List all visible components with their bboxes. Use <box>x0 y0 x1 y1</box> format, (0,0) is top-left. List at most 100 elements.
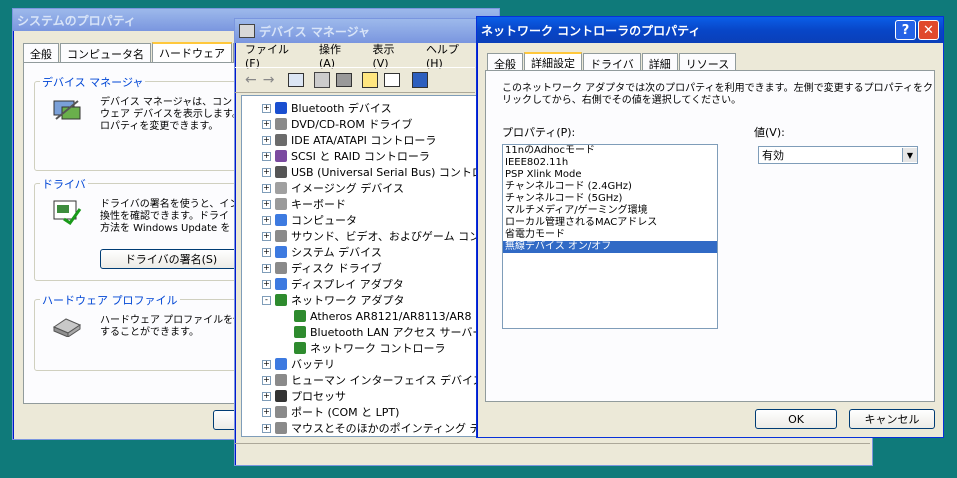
device-tree-label: コンピュータ <box>291 214 357 227</box>
expand-icon[interactable]: + <box>262 407 271 417</box>
device-icon <box>275 198 287 210</box>
expand-icon[interactable]: + <box>262 279 271 289</box>
property-list-item[interactable]: チャンネルコード (5GHz) <box>503 193 717 205</box>
device-tree-label: ヒューマン インターフェイス デバイス <box>291 374 479 387</box>
help-icon[interactable] <box>362 72 379 88</box>
property-list-item[interactable]: マルチメディア/ゲーミング環境 <box>503 205 717 217</box>
device-tree-item[interactable]: Bluetooth LAN アクセス サーバー <box>242 324 478 340</box>
device-tree-item[interactable]: Atheros AR8121/AR8113/AR8 <box>242 308 472 324</box>
device-tree-item[interactable]: + マウスとそのほかのポインティング デバイ <box>242 420 478 436</box>
device-tree-label: SCSI と RAID コントローラ <box>291 150 430 163</box>
expand-icon[interactable]: + <box>262 119 271 129</box>
expand-icon[interactable]: + <box>262 391 271 401</box>
value-dropdown[interactable]: 有効 ▼ <box>758 146 918 164</box>
tab-computer-name[interactable]: コンピュータ名 <box>60 43 151 64</box>
expand-icon[interactable]: + <box>262 359 271 369</box>
device-tree-label: キーボード <box>291 198 346 211</box>
expand-icon[interactable]: + <box>262 135 271 145</box>
network-controller-properties-window: ネットワーク コントローラのプロパティ ? ✕ 全般 詳細設定 ドライバ 詳細 … <box>476 16 944 438</box>
menu-help[interactable]: ヘルプ(H) <box>426 41 475 70</box>
device-tree-label: ネットワーク コントローラ <box>310 342 446 355</box>
system-properties-tabs: 全般 コンピュータ名 ハードウェア 詳細 <box>23 42 270 64</box>
devmgr-desc-1: デバイス マネージャは、コンピ <box>100 97 243 108</box>
device-tree-item[interactable]: + USB (Universal Serial Bus) コントロ <box>242 164 479 180</box>
menu-view[interactable]: 表示(V) <box>372 41 409 70</box>
property-listbox[interactable]: 11nのAdhocモード IEEE802.11h PSP Xlink Mode チャン… <box>502 144 718 329</box>
device-tree-item[interactable]: + Bluetooth デバイス <box>242 100 392 116</box>
property-list-items: 11nのAdhocモード IEEE802.11h PSP Xlink Mode チャン… <box>503 145 717 253</box>
hardware-profile-icon <box>52 315 82 338</box>
property-list-item[interactable]: 11nのAdhocモード <box>503 145 717 157</box>
ok-button[interactable]: OK <box>755 409 837 429</box>
expand-icon[interactable]: + <box>262 183 271 193</box>
device-tree-item[interactable]: - ネットワーク アダプタ <box>242 292 405 308</box>
device-tree-label: Atheros AR8121/AR8113/AR8 <box>310 309 472 323</box>
expand-icon[interactable]: + <box>262 199 271 209</box>
device-tree-item[interactable]: + SCSI と RAID コントローラ <box>242 148 430 164</box>
driver-desc-1: ドライバの署名を使うと、イン <box>100 199 240 210</box>
device-tree-item[interactable]: + イメージング デバイス <box>242 180 404 196</box>
expand-icon[interactable]: + <box>262 215 271 225</box>
cancel-button[interactable]: キャンセル <box>849 409 935 429</box>
hwprofile-group-title: ハードウェア プロファイル <box>40 292 180 308</box>
device-icon <box>275 262 287 274</box>
tab-general[interactable]: 全般 <box>23 43 59 64</box>
device-tree-label: マウスとそのほかのポインティング デバイ <box>291 422 478 435</box>
expand-icon[interactable]: + <box>262 247 271 257</box>
expand-icon[interactable]: + <box>262 103 271 113</box>
property-list-item[interactable]: ローカル管理されるMACアドレス <box>503 217 717 229</box>
driver-signing-button[interactable]: ドライバの署名(S) <box>100 249 242 269</box>
device-tree-item[interactable]: + ポート (COM と LPT) <box>242 404 399 420</box>
expand-icon[interactable]: + <box>262 423 271 433</box>
device-tree-item[interactable]: + ディスプレイ アダプタ <box>242 276 404 292</box>
scan-hardware-icon[interactable] <box>412 72 429 88</box>
device-icon <box>275 406 287 418</box>
property-list-item[interactable]: 省電力モード <box>503 229 717 241</box>
close-button[interactable]: ✕ <box>918 20 939 40</box>
device-icon <box>275 422 287 434</box>
help-button[interactable]: ? <box>895 20 916 40</box>
device-tree-item[interactable]: + ディスク ドライブ <box>242 260 382 276</box>
property-list-item[interactable]: チャンネルコード (2.4GHz) <box>503 181 717 193</box>
back-icon[interactable]: ← <box>245 72 257 88</box>
property-list-item[interactable]: 無線デバイス オン/オフ <box>503 241 717 253</box>
device-tree-label: バッテリ <box>291 358 335 371</box>
expand-icon[interactable]: + <box>262 375 271 385</box>
device-manager-title: デバイス マネージャ <box>259 24 370 39</box>
network-properties-titlebar[interactable]: ネットワーク コントローラのプロパティ ? ✕ <box>477 17 943 43</box>
menu-file[interactable]: ファイル(F) <box>245 41 303 70</box>
device-tree-item[interactable]: + IDE ATA/ATAPI コントローラ <box>242 132 436 148</box>
collapse-icon[interactable]: - <box>262 295 271 305</box>
properties-icon[interactable] <box>314 72 331 88</box>
show-hide-tree-icon[interactable] <box>288 73 305 87</box>
device-tree-item[interactable]: + システム デバイス <box>242 244 382 260</box>
view-icon[interactable] <box>384 73 401 87</box>
device-icon <box>275 246 287 258</box>
chevron-down-icon[interactable]: ▼ <box>902 148 917 162</box>
advanced-panel: このネットワーク アダプタでは次のプロパティを利用できます。左側で変更するプロパ… <box>485 70 935 402</box>
property-list-item[interactable]: IEEE802.11h <box>503 157 717 169</box>
forward-icon[interactable]: → <box>263 72 275 88</box>
expand-icon[interactable]: + <box>262 231 271 241</box>
expand-icon[interactable]: + <box>262 151 271 161</box>
device-tree-item[interactable]: + ヒューマン インターフェイス デバイス <box>242 372 479 388</box>
print-icon[interactable] <box>336 73 353 87</box>
device-tree-label: USB (Universal Serial Bus) コントロ <box>291 166 479 179</box>
device-icon <box>275 214 287 226</box>
menu-action[interactable]: 操作(A) <box>319 41 356 70</box>
devmgr-desc-2: ウェア デバイスを表示します。 <box>100 109 242 120</box>
expand-icon[interactable]: + <box>262 263 271 273</box>
device-tree-item[interactable]: + プロセッサ <box>242 388 346 404</box>
tab-hardware[interactable]: ハードウェア <box>152 42 232 63</box>
advanced-description-1: このネットワーク アダプタでは次のプロパティを利用できます。左側で変更するプロパ… <box>502 83 933 94</box>
value-label: 値(V): <box>754 126 785 139</box>
device-tree-item[interactable]: + コンピュータ <box>242 212 357 228</box>
expand-icon[interactable]: + <box>262 167 271 177</box>
device-tree-item[interactable]: + サウンド、ビデオ、およびゲーム コントロ <box>242 228 478 244</box>
property-list-item[interactable]: PSP Xlink Mode <box>503 169 717 181</box>
device-tree-item[interactable]: + DVD/CD-ROM ドライブ <box>242 116 412 132</box>
device-tree-label: ネットワーク アダプタ <box>291 294 405 307</box>
device-tree-item[interactable]: + キーボード <box>242 196 346 212</box>
device-tree-item[interactable]: + バッテリ <box>242 356 335 372</box>
device-tree-item[interactable]: ネットワーク コントローラ <box>242 340 446 356</box>
